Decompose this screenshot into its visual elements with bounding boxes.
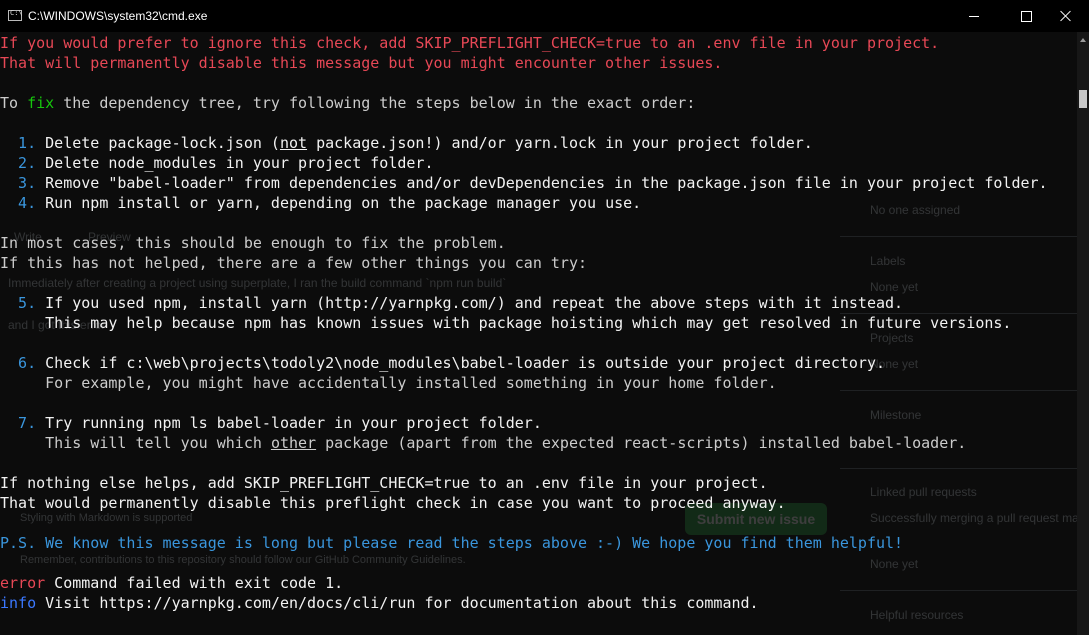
console-output[interactable]: If you would prefer to ignore this check…: [0, 32, 1077, 635]
fix-suffix: the dependency tree, try following the s…: [54, 94, 696, 112]
step-7-detail: This will tell you which other package (…: [0, 433, 966, 453]
vertical-scrollbar[interactable]: [1077, 32, 1089, 635]
warning-line-2: That will permanently disable this messa…: [0, 54, 723, 72]
close-button[interactable]: [1043, 0, 1089, 32]
step-text: Delete package-lock.json (: [36, 134, 280, 152]
error-line: error Command failed with exit code 1.: [0, 573, 343, 593]
most-cases-line: In most cases, this should be enough to …: [0, 234, 506, 252]
step-text: Remove "babel-loader" from dependencies …: [36, 174, 1048, 192]
step-1-line: 1. Delete package-lock.json (not package…: [0, 133, 813, 153]
step-4-line: 4. Run npm install or yarn, depending on…: [0, 193, 641, 213]
step-number: 2.: [0, 154, 37, 172]
step-text: package (apart from the expected react-s…: [316, 434, 967, 452]
nothing-helps-line: If nothing else helps, add SKIP_PREFLIGH…: [0, 474, 768, 492]
title-bar[interactable]: C:\WINDOWS\system32\cmd.exe: [0, 0, 1089, 32]
close-icon: [1060, 10, 1072, 22]
info-line: info Visit https://yarnpkg.com/en/docs/c…: [0, 593, 759, 613]
ps-line: P.S. We know this message is long but pl…: [0, 534, 904, 552]
step-6-line: 6. Check if c:\web\projects\todoly2\node…: [0, 353, 885, 373]
step-number: 7.: [0, 414, 37, 432]
preflight-line: That would permanently disable this pref…: [0, 494, 786, 512]
step-text: Check if c:\web\projects\todoly2\node_mo…: [36, 354, 886, 372]
cmd-window: C:\WINDOWS\system32\cmd.exe Write Previe…: [0, 0, 1089, 635]
fix-prefix: To: [0, 94, 28, 112]
emphasis-not: not: [279, 134, 308, 152]
step-number: 1.: [0, 134, 37, 152]
step-number: 5.: [0, 294, 37, 312]
cmd-app-icon[interactable]: [8, 9, 23, 21]
step-number: 3.: [0, 174, 37, 192]
error-message: Command failed with exit code 1.: [45, 574, 344, 592]
maximize-icon: [1020, 10, 1032, 22]
fix-keyword: fix: [27, 94, 55, 112]
info-message: Visit https://yarnpkg.com/en/docs/cli/ru…: [36, 594, 759, 612]
step-text: package.json!) and/or yarn.lock in your …: [307, 134, 813, 152]
step-text: Delete node_modules in your project fold…: [36, 154, 434, 172]
not-helped-line: If this has not helped, there are a few …: [0, 254, 587, 272]
info-tag: info: [0, 594, 37, 612]
scrollbar-thumb[interactable]: [1079, 90, 1087, 108]
step-7-line: 7. Try running npm ls babel-loader in yo…: [0, 413, 542, 433]
step-3-line: 3. Remove "babel-loader" from dependenci…: [0, 173, 1048, 193]
step-5-line: 5. If you used npm, install yarn (http:/…: [0, 293, 903, 313]
step-text: Run npm install or yarn, depending on th…: [36, 194, 642, 212]
minimize-button[interactable]: [951, 0, 997, 32]
warning-line-1: If you would prefer to ignore this check…: [0, 34, 940, 52]
step-5-detail: This may help because npm has known issu…: [0, 314, 1012, 332]
step-6-detail: For example, you might have accidentally…: [0, 374, 777, 392]
scroll-up-arrow-icon[interactable]: [1080, 38, 1086, 42]
fix-instruction-line: To fix the dependency tree, try followin…: [0, 93, 695, 113]
emphasis-other: other: [270, 434, 317, 452]
step-number: 6.: [0, 354, 37, 372]
step-text: Try running npm ls babel-loader in your …: [36, 414, 542, 432]
step-number: 4.: [0, 194, 37, 212]
step-2-line: 2. Delete node_modules in your project f…: [0, 153, 433, 173]
minimize-icon: [969, 15, 979, 17]
step-text: This will tell you which: [0, 434, 271, 452]
window-title: C:\WINDOWS\system32\cmd.exe: [28, 9, 208, 23]
error-tag: error: [0, 574, 46, 592]
step-text: If you used npm, install yarn (http://ya…: [36, 294, 904, 312]
